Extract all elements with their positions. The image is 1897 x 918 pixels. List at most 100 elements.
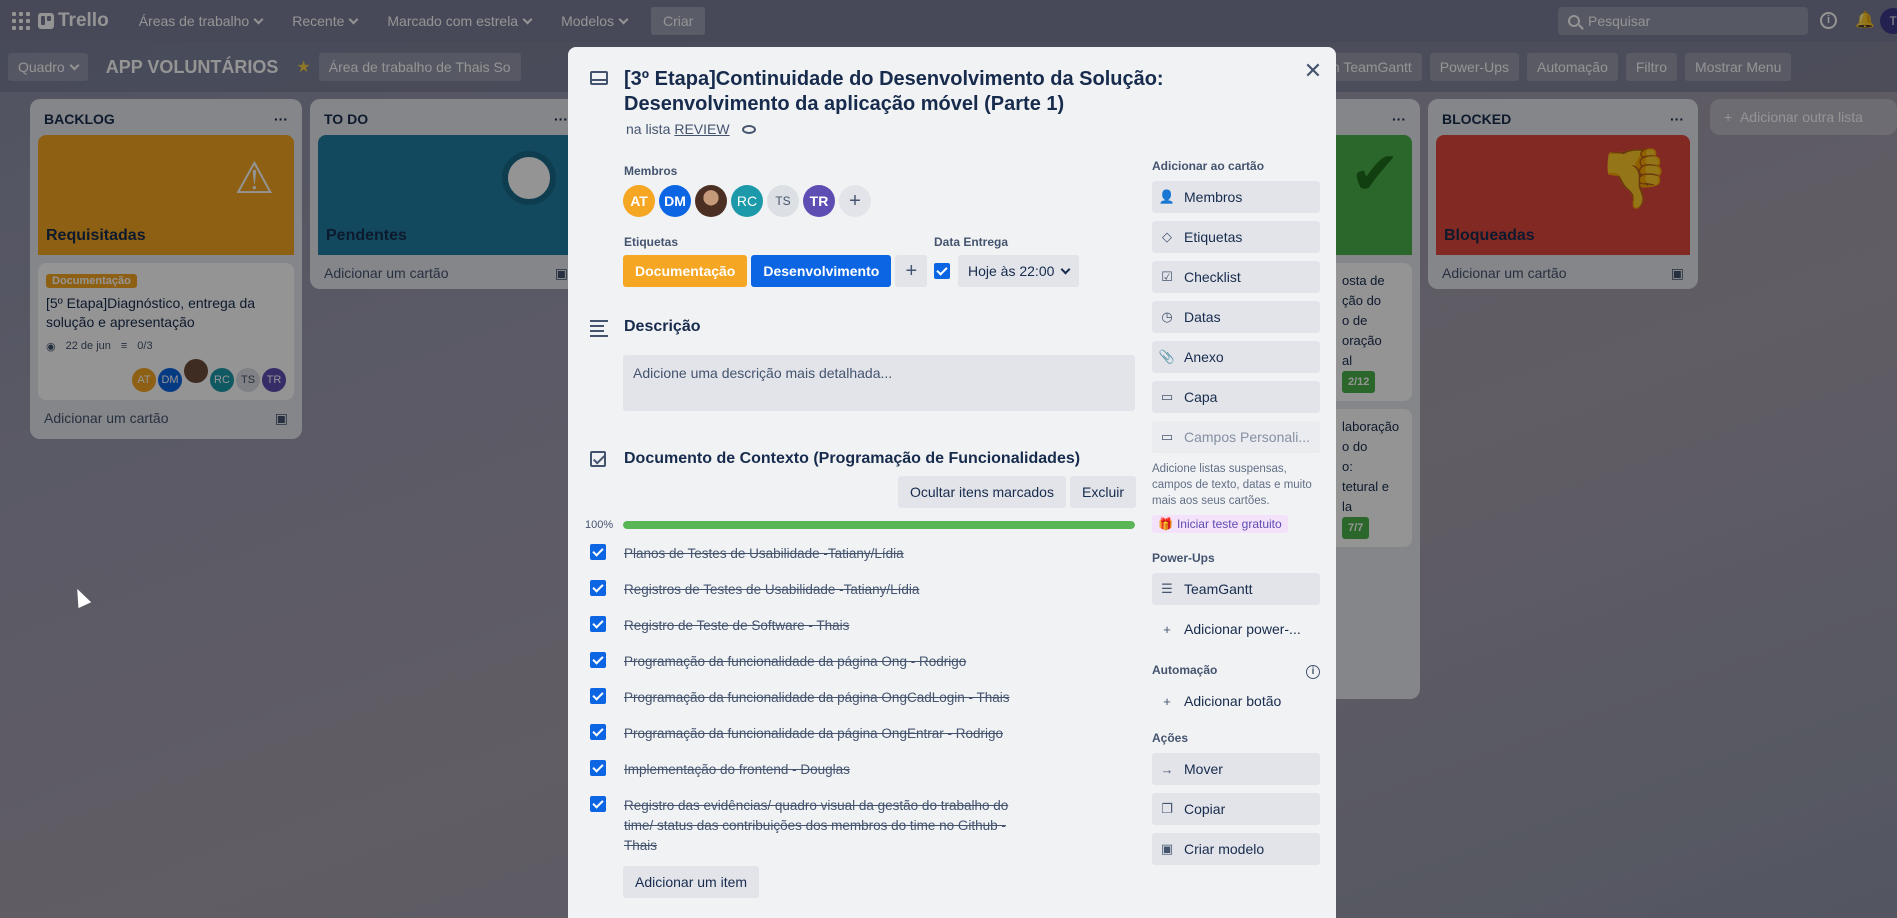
description-title: Descrição — [624, 318, 701, 335]
checklist-title[interactable]: Documento de Contexto (Programação de Fu… — [624, 450, 1080, 468]
due-date: Hoje às 22:00 — [934, 255, 1080, 287]
checklist-item[interactable]: Registro de Teste de Software - Thais — [590, 615, 1136, 651]
item-text[interactable]: Registros de Testes de Usabilidade -Tati… — [624, 580, 919, 600]
button-label: Capa — [1184, 389, 1218, 405]
checklist-icon: ☑ — [1161, 269, 1173, 284]
item-text[interactable]: Registro das evidências/ quadro visual d… — [624, 796, 1024, 856]
item-text[interactable]: Programação da funcionalidade da página … — [624, 652, 966, 672]
avatar[interactable]: TS — [767, 185, 799, 217]
add-label-button[interactable]: + — [895, 255, 928, 287]
members-label: Membros — [624, 164, 678, 178]
item-checkbox[interactable] — [590, 724, 606, 740]
copy-button[interactable]: ❐ Copiar — [1152, 793, 1320, 825]
in-list-line: na lista REVIEW — [626, 121, 756, 137]
in-list-prefix: na lista — [626, 121, 671, 137]
sidebar-labels-button[interactable]: ◇ Etiquetas — [1152, 221, 1320, 253]
label-documentacao[interactable]: Documentação — [623, 255, 748, 287]
due-date-label: Data Entrega — [934, 235, 1009, 249]
button-label: Checklist — [1184, 269, 1241, 285]
checklist-item[interactable]: Programação da funcionalidade da página … — [590, 687, 1136, 723]
checklist-item[interactable]: Planos de Testes de Usabilidade -Tatiany… — [590, 543, 1136, 579]
item-checkbox[interactable] — [590, 688, 606, 704]
add-powerup-button[interactable]: + Adicionar power-... — [1152, 613, 1320, 645]
add-member-button[interactable]: + — [839, 185, 871, 217]
avatar[interactable]: AT — [623, 185, 655, 217]
gift-icon: 🎁 — [1158, 517, 1173, 531]
button-label: Membros — [1184, 189, 1243, 205]
sidebar-custom-fields-button[interactable]: ▭ Campos Personali... — [1152, 421, 1320, 453]
custom-fields-note: Adicione listas suspensas, campos de tex… — [1152, 463, 1312, 507]
button-label: Adicionar botão — [1184, 693, 1282, 709]
close-icon[interactable]: ✕ — [1303, 60, 1323, 82]
card-sidebar: Adicionar ao cartão 👤 Membros ◇ Etiquetas … — [1152, 155, 1320, 873]
due-date-button[interactable]: Hoje às 22:00 — [958, 255, 1080, 287]
copy-icon: ❐ — [1161, 801, 1173, 816]
button-label: Etiquetas — [1184, 229, 1243, 245]
due-date-value: Hoje às 22:00 — [968, 263, 1055, 279]
item-text[interactable]: Programação da funcionalidade da página … — [624, 688, 1010, 708]
button-label: Datas — [1184, 309, 1221, 325]
item-checkbox[interactable] — [590, 544, 606, 560]
person-icon: 👤 — [1158, 189, 1176, 204]
add-automation-button[interactable]: + Adicionar botão — [1152, 685, 1320, 717]
label-desenvolvimento[interactable]: Desenvolvimento — [751, 255, 892, 287]
members-list: AT DM RC TS TR + — [623, 185, 871, 217]
powerups-heading: Power-Ups — [1152, 551, 1215, 565]
labels-label: Etiquetas — [624, 235, 679, 249]
button-label: Criar modelo — [1184, 841, 1265, 857]
sidebar-members-button[interactable]: 👤 Membros — [1152, 181, 1320, 213]
info-icon[interactable]: i — [1306, 665, 1320, 679]
avatar[interactable]: RC — [731, 185, 763, 217]
checklist-progress-bar — [623, 521, 1135, 529]
teamgantt-icon: ☰ — [1161, 581, 1173, 596]
button-label: Anexo — [1184, 349, 1224, 365]
item-checkbox[interactable] — [590, 616, 606, 632]
move-button[interactable]: → Mover — [1152, 753, 1320, 785]
avatar[interactable] — [695, 185, 727, 217]
checklist-item[interactable]: Registros de Testes de Usabilidade -Tati… — [590, 579, 1136, 615]
plus-icon: + — [1163, 693, 1171, 709]
create-template-button[interactable]: ▣ Criar modelo — [1152, 833, 1320, 865]
list-link[interactable]: REVIEW — [674, 121, 729, 137]
item-checkbox[interactable] — [590, 652, 606, 668]
item-text[interactable]: Planos de Testes de Usabilidade -Tatiany… — [624, 544, 904, 564]
sidebar-dates-button[interactable]: ◷ Datas — [1152, 301, 1320, 333]
checklist-icon — [590, 451, 606, 467]
delete-checklist-button[interactable]: Excluir — [1070, 476, 1137, 508]
actions-heading: Ações — [1152, 731, 1189, 745]
item-text[interactable]: Registro de Teste de Software - Thais — [624, 616, 849, 636]
card-title[interactable]: [3º Etapa]Continuidade do Desenvolviment… — [624, 67, 1184, 117]
sidebar-attachment-button[interactable]: 📎 Anexo — [1152, 341, 1320, 373]
checklist-item[interactable]: Programação da funcionalidade da página … — [590, 651, 1136, 687]
checklist-progress-fill — [623, 521, 1135, 529]
checklist-item[interactable]: Programação da funcionalidade da página … — [590, 723, 1136, 759]
watch-icon[interactable] — [741, 124, 756, 134]
button-label: Copiar — [1184, 801, 1226, 817]
avatar[interactable]: TR — [803, 185, 835, 217]
start-free-trial-button[interactable]: 🎁 Iniciar teste gratuito — [1152, 515, 1288, 533]
item-text[interactable]: Implementação do frontend - Douglas — [624, 760, 850, 780]
checklist-item[interactable]: Registro das evidências/ quadro visual d… — [590, 795, 1136, 856]
sidebar-cover-button[interactable]: ▭ Capa — [1152, 381, 1320, 413]
sidebar-checklist-button[interactable]: ☑ Checklist — [1152, 261, 1320, 293]
teamgantt-button[interactable]: ☰ TeamGantt — [1152, 573, 1320, 605]
card-icon — [590, 71, 608, 85]
button-label: Adicionar power-... — [1184, 621, 1301, 637]
trial-label: Iniciar teste gratuito — [1176, 517, 1282, 531]
plus-icon: + — [1163, 621, 1171, 637]
button-label: Mover — [1184, 761, 1223, 777]
add-item-button[interactable]: Adicionar um item — [623, 866, 760, 898]
hide-checked-items-button[interactable]: Ocultar itens marcados — [898, 476, 1066, 508]
item-text[interactable]: Programação da funcionalidade da página … — [624, 724, 1003, 744]
checklist-item[interactable]: Implementação do frontend - Douglas — [590, 759, 1136, 795]
avatar[interactable]: DM — [659, 185, 691, 217]
item-checkbox[interactable] — [590, 796, 606, 812]
description-icon — [590, 320, 608, 340]
clock-icon: ◷ — [1161, 309, 1173, 324]
item-checkbox[interactable] — [590, 760, 606, 776]
chevron-down-icon — [1060, 264, 1071, 274]
description-input[interactable]: Adicione uma descrição mais detalhada... — [623, 355, 1135, 411]
due-complete-checkbox[interactable] — [934, 263, 950, 279]
item-checkbox[interactable] — [590, 580, 606, 596]
tag-icon: ◇ — [1162, 229, 1172, 244]
